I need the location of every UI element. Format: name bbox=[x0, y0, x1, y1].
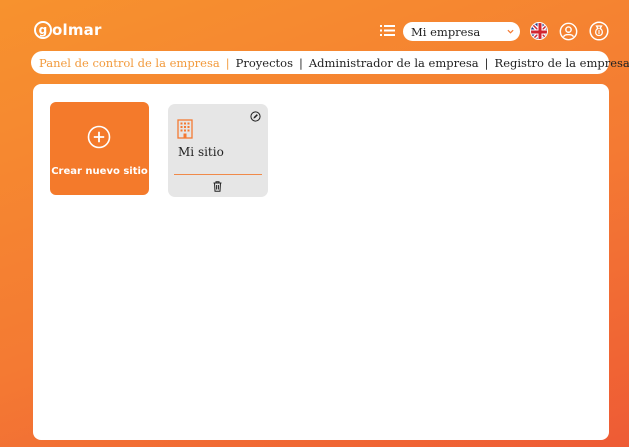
nav-separator: | bbox=[298, 55, 303, 70]
create-site-label: Crear nuevo sitio bbox=[51, 166, 148, 177]
building-icon bbox=[177, 119, 193, 139]
logo-letter: g bbox=[34, 21, 52, 39]
trash-icon[interactable] bbox=[213, 181, 222, 192]
user-icon[interactable] bbox=[559, 22, 578, 41]
nav-item-dashboard[interactable]: Panel de control de la empresa bbox=[39, 56, 220, 70]
company-select-value: Mi empresa bbox=[411, 24, 481, 39]
chevron-down-icon bbox=[507, 29, 514, 34]
nav-item-projects[interactable]: Proyectos bbox=[236, 56, 293, 70]
nav-separator: | bbox=[484, 55, 489, 70]
logo-text: olmar bbox=[52, 21, 102, 39]
site-card-divider bbox=[174, 174, 262, 175]
uk-flag-icon[interactable] bbox=[530, 22, 548, 40]
golmar-logo: g olmar bbox=[34, 19, 102, 41]
nav-item-company-registry[interactable]: Registro de la empresa bbox=[495, 56, 629, 70]
list-icon[interactable] bbox=[380, 24, 395, 37]
edit-icon[interactable] bbox=[250, 111, 261, 122]
company-select[interactable]: Mi empresa bbox=[403, 22, 520, 41]
plus-circle-icon bbox=[87, 125, 111, 149]
nav-item-company-admin[interactable]: Administrador de la empresa bbox=[309, 56, 479, 70]
create-site-button[interactable]: Crear nuevo sitio bbox=[50, 102, 149, 195]
site-name: Mi sitio bbox=[178, 145, 224, 159]
money-bag-icon[interactable] bbox=[589, 21, 609, 41]
breadcrumb-nav: Panel de control de la empresa | Proyect… bbox=[31, 51, 629, 74]
site-card[interactable]: Mi sitio bbox=[168, 104, 268, 197]
top-bar: g olmar Mi empresa bbox=[0, 0, 629, 48]
main-panel: Crear nuevo sitio Mi sitio bbox=[33, 84, 609, 440]
nav-separator: | bbox=[225, 55, 230, 70]
